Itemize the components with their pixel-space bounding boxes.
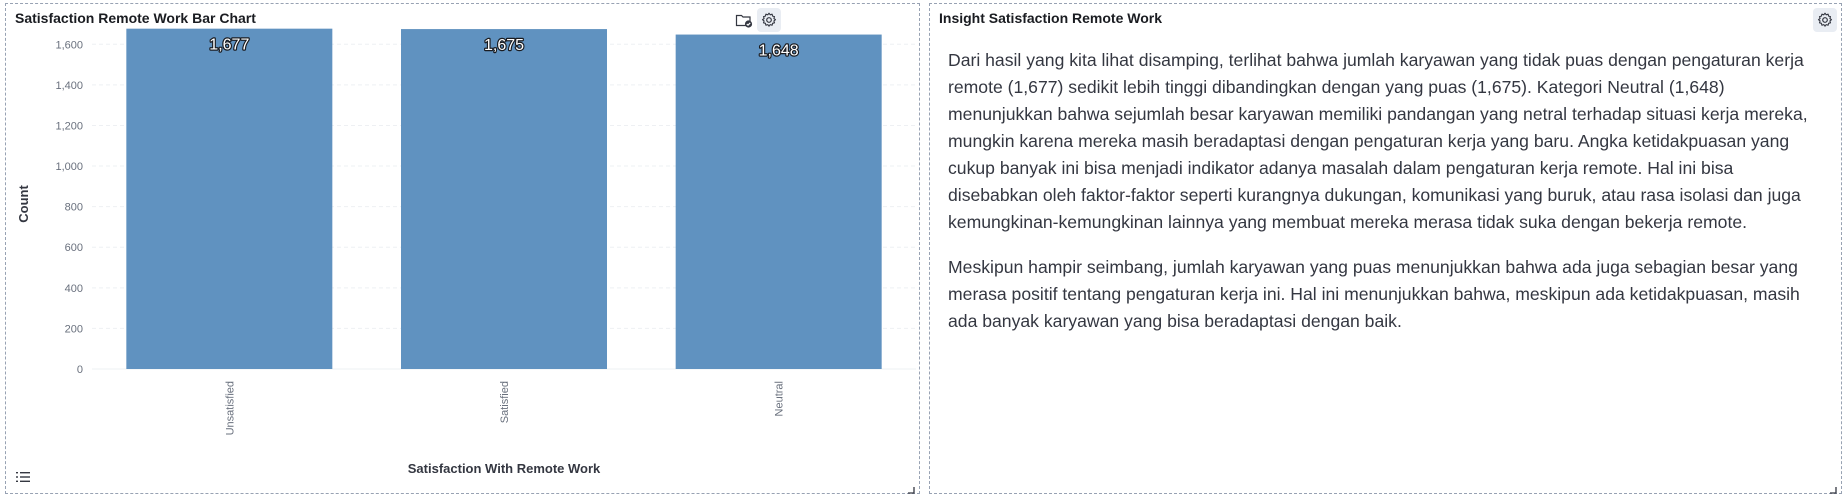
y-tick-label: 1,400 <box>55 80 83 92</box>
bar-chart: 1,677 1,675 1,648 0 200 400 600 800 1,000 1,200 1… <box>16 28 916 476</box>
y-axis-label: Count <box>16 185 31 223</box>
chart-panel: Satisfaction Remote Work Bar Chart 1,677… <box>5 3 920 494</box>
bar-data-label: 1,677 <box>209 37 249 54</box>
x-tick-label: Neutral <box>774 381 786 416</box>
y-tick-label: 1,600 <box>55 39 83 51</box>
x-tick-label: Unsatisfied <box>224 381 236 435</box>
y-tick-label: 0 <box>77 364 83 376</box>
legend-toggle-list-icon[interactable] <box>15 469 31 485</box>
y-tick-label: 800 <box>65 202 83 214</box>
bar-unsatisfied[interactable] <box>126 28 333 370</box>
bar-data-label: 1,648 <box>759 43 799 60</box>
x-axis-label: Satisfaction With Remote Work <box>408 461 601 476</box>
y-tick-label: 200 <box>65 323 83 335</box>
insight-panel: Insight Satisfaction Remote Work Dari ha… <box>929 3 1842 494</box>
y-tick-label: 400 <box>65 283 83 295</box>
y-tick-label: 1,000 <box>55 161 83 173</box>
bar-data-label: 1,675 <box>484 37 524 54</box>
insight-panel-title: Insight Satisfaction Remote Work <box>939 10 1162 26</box>
resize-handle-icon[interactable] <box>1829 481 1837 494</box>
resize-handle-icon[interactable] <box>907 481 915 494</box>
bar-satisfied[interactable] <box>401 29 607 370</box>
x-tick-label: Satisfied <box>499 381 511 423</box>
insight-paragraph-1: Dari hasil yang kita lihat disamping, te… <box>948 50 1808 232</box>
bar-neutral[interactable] <box>675 34 882 369</box>
gear-icon[interactable] <box>1813 8 1837 32</box>
insight-paragraph-2: Meskipun hampir seimbang, jumlah karyawa… <box>948 257 1800 331</box>
y-tick-label: 1,200 <box>55 120 83 132</box>
insight-text: Dari hasil yang kita lihat disamping, te… <box>948 47 1818 353</box>
y-tick-label: 600 <box>65 242 83 254</box>
